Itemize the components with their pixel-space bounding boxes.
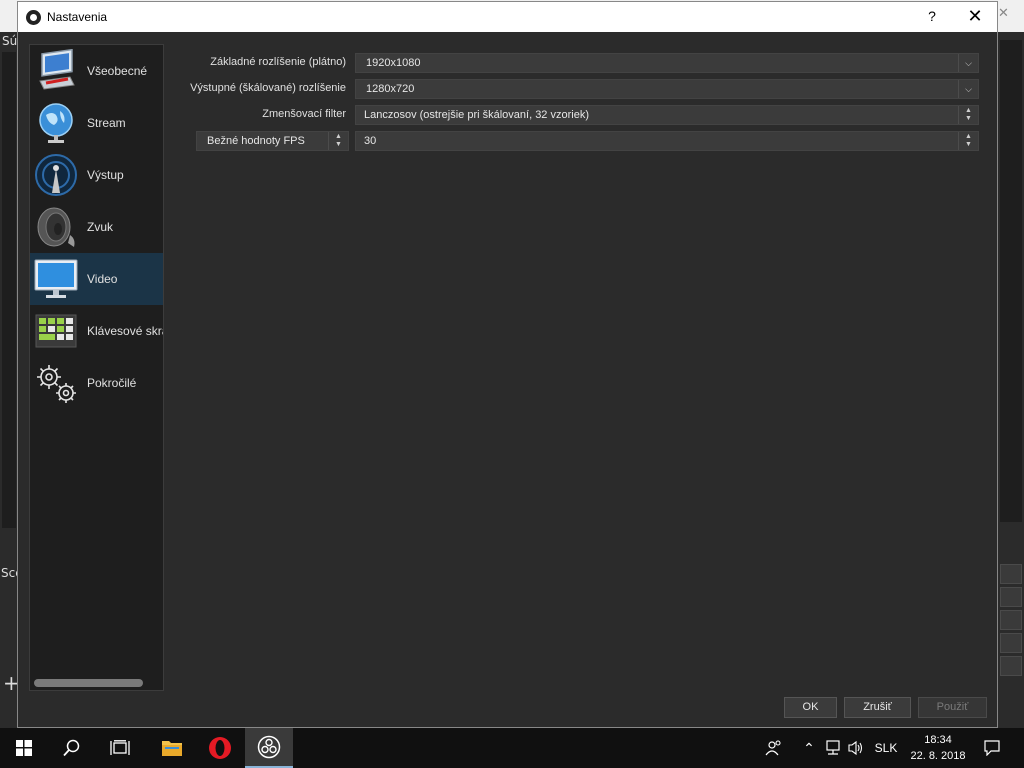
apply-button[interactable]: Použiť xyxy=(918,697,987,718)
notification-icon xyxy=(984,740,1000,756)
people-button[interactable] xyxy=(760,728,788,768)
opera-icon xyxy=(209,737,231,759)
taskbar: ⌃ SLK 18:34 22. 8. 2018 xyxy=(0,728,1024,768)
up-down-arrows-icon[interactable]: ▲ ▼ xyxy=(958,106,978,124)
base-resolution-value: 1920x1080 xyxy=(366,57,421,69)
speaker-icon xyxy=(37,207,75,247)
sidebar-item-video[interactable]: Video xyxy=(30,253,163,305)
people-icon xyxy=(765,740,781,756)
start-button[interactable] xyxy=(0,728,48,768)
fps-value-select[interactable]: 30 ▲ ▼ xyxy=(355,131,979,151)
close-button[interactable]: ✕ xyxy=(958,6,992,28)
background-control-button[interactable] xyxy=(1000,610,1022,630)
opera-browser-button[interactable] xyxy=(196,728,244,768)
monitor-icon xyxy=(34,259,78,298)
dialog-title: Nastavenia xyxy=(47,10,108,24)
background-control-button[interactable] xyxy=(1000,633,1022,653)
dialog-titlebar[interactable]: Nastavenia ? ✕ xyxy=(18,2,997,32)
obs-icon xyxy=(257,735,281,759)
clock-time: 18:34 xyxy=(924,734,952,746)
downscale-filter-select[interactable]: Lanczosov (ostrejšie pri škálovaní, 32 v… xyxy=(355,105,979,125)
base-resolution-combobox[interactable]: 1920x1080 ⌵ xyxy=(355,53,979,73)
background-control-button[interactable] xyxy=(1000,656,1022,676)
chevron-down-icon[interactable]: ⌵ xyxy=(958,54,978,72)
background-control-button[interactable] xyxy=(1000,564,1022,584)
downscale-filter-value: Lanczosov (ostrejšie pri škálovaní, 32 v… xyxy=(364,109,589,121)
sidebar-item-label: Zvuk xyxy=(87,220,114,234)
fps-value: 30 xyxy=(364,135,377,147)
keyboard-icon xyxy=(35,314,77,348)
taskbar-clock[interactable]: 18:34 22. 8. 2018 xyxy=(902,732,974,764)
sidebar-horizontal-scrollbar[interactable] xyxy=(34,679,143,687)
output-resolution-label: Výstupné (škálované) rozlíšenie xyxy=(190,82,346,94)
broadcast-antenna-icon xyxy=(35,154,77,196)
up-down-arrows-icon[interactable]: ▲ ▼ xyxy=(958,132,978,150)
background-control-buttons xyxy=(1000,564,1022,679)
sidebar-item-output[interactable]: Výstup xyxy=(30,149,163,201)
output-resolution-value: 1280x720 xyxy=(366,83,415,95)
volume-button[interactable] xyxy=(845,728,867,768)
fps-mode-select[interactable]: Bežné hodnoty FPS ▲ ▼ xyxy=(196,131,349,151)
obs-taskbar-button[interactable] xyxy=(245,728,293,768)
base-resolution-label: Základné rozlíšenie (plátno) xyxy=(210,56,346,68)
fps-mode-value: Bežné hodnoty FPS xyxy=(207,135,305,147)
sidebar-item-label: Pokročilé xyxy=(87,376,137,390)
fps-row: Bežné hodnoty FPS ▲ ▼ 30 ▲ ▼ xyxy=(18,131,997,151)
background-control-button[interactable] xyxy=(1000,587,1022,607)
show-hidden-icons-button[interactable]: ⌃ xyxy=(798,728,820,768)
folder-icon xyxy=(162,741,182,756)
cancel-button[interactable]: Zrušiť xyxy=(844,697,911,718)
sidebar-item-label: Klávesové skra xyxy=(87,324,163,338)
task-view-button[interactable] xyxy=(96,728,144,768)
settings-dialog: Nastavenia ? ✕ Všeobecné Stream Výstup Z… xyxy=(17,1,998,728)
help-button[interactable]: ? xyxy=(918,8,946,28)
downscale-filter-row: Zmenšovací filter Lanczosov (ostrejšie p… xyxy=(18,105,997,125)
chevron-up-icon: ⌃ xyxy=(803,739,815,756)
up-down-arrows-icon[interactable]: ▲ ▼ xyxy=(328,132,348,150)
base-resolution-row: Základné rozlíšenie (plátno) 1920x1080 ⌵ xyxy=(18,53,997,73)
sidebar-item-advanced[interactable]: Pokročilé xyxy=(30,357,163,409)
network-button[interactable] xyxy=(822,728,844,768)
clock-date: 22. 8. 2018 xyxy=(910,750,966,762)
output-resolution-row: Výstupné (škálované) rozlíšenie 1280x720… xyxy=(18,79,997,99)
sidebar-item-audio[interactable]: Zvuk xyxy=(30,201,163,253)
downscale-filter-label: Zmenšovací filter xyxy=(262,108,346,120)
ok-button[interactable]: OK xyxy=(784,697,837,718)
network-icon xyxy=(826,740,840,755)
action-center-button[interactable] xyxy=(976,728,1008,768)
windows-logo-icon xyxy=(16,740,32,756)
sidebar-item-label: Video xyxy=(87,272,118,286)
volume-icon xyxy=(848,740,863,756)
sidebar-item-label: Výstup xyxy=(87,168,124,182)
search-button[interactable] xyxy=(48,728,96,768)
input-language-indicator[interactable]: SLK xyxy=(870,728,902,768)
background-preview-right xyxy=(1000,40,1022,522)
background-close-icon[interactable]: ✕ xyxy=(998,6,1009,21)
background-preview-left xyxy=(2,52,16,528)
obs-logo-icon xyxy=(26,10,41,25)
file-explorer-button[interactable] xyxy=(148,728,196,768)
output-resolution-combobox[interactable]: 1280x720 ⌵ xyxy=(355,79,979,99)
chevron-down-icon[interactable]: ⌵ xyxy=(958,80,978,98)
search-icon xyxy=(63,739,80,757)
sidebar-item-hotkeys[interactable]: Klávesové skra xyxy=(30,305,163,357)
gears-icon xyxy=(37,365,76,403)
task-view-icon xyxy=(110,740,130,755)
